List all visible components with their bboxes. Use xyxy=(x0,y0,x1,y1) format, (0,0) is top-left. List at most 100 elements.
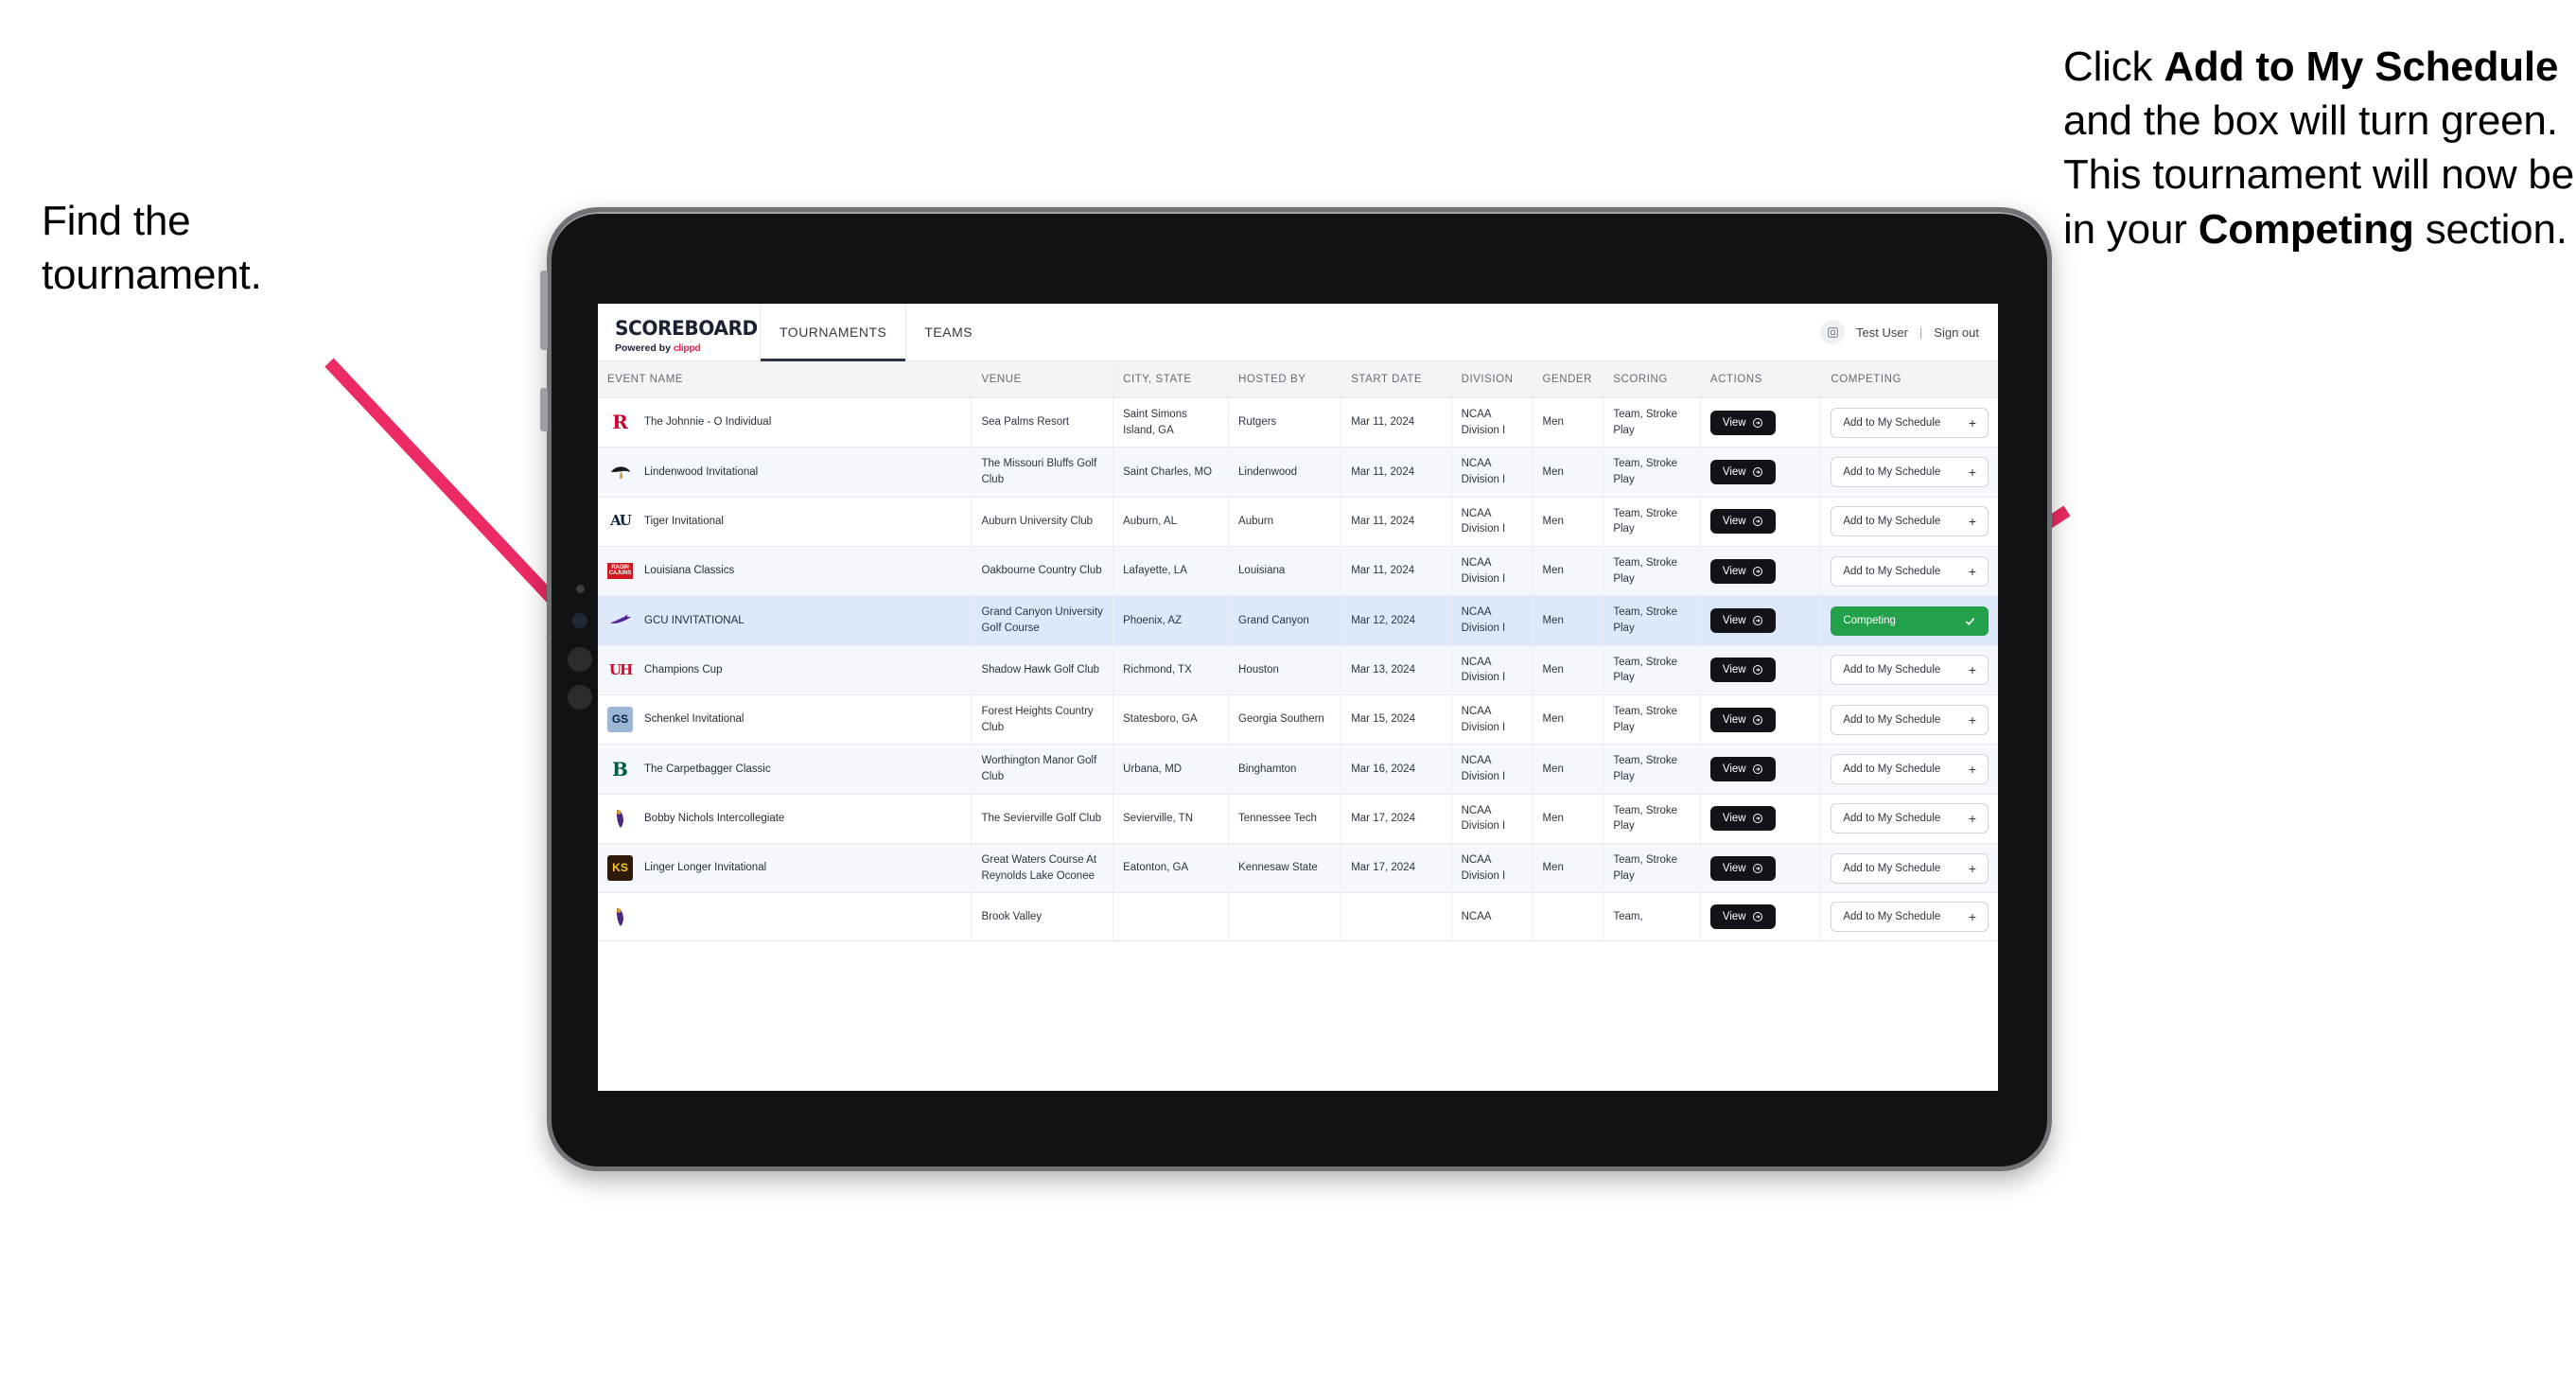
col-gender[interactable]: GENDER xyxy=(1533,361,1604,398)
cell-division: NCAA Division I xyxy=(1451,546,1533,597)
annotation-right-seg1: Click xyxy=(2063,44,2164,90)
col-scoring[interactable]: SCORING xyxy=(1603,361,1701,398)
table-row[interactable]: Brook Valley NCAA Team, View Add to My Sched… xyxy=(598,892,1998,942)
table-row[interactable]: R The Johnnie - O Individual Sea Palms Res… xyxy=(598,397,1998,448)
table-row[interactable]: GCU INVITATIONAL Grand Canyon University … xyxy=(598,595,1998,646)
col-actions[interactable]: ACTIONS xyxy=(1700,361,1822,398)
cell-division: NCAA Division I xyxy=(1451,794,1533,845)
col-venue[interactable]: VENUE xyxy=(971,361,1114,398)
cell-division: NCAA Division I xyxy=(1451,447,1533,498)
sign-out-link[interactable]: Sign out xyxy=(1934,325,1979,340)
add-to-schedule-label: Add to My Schedule xyxy=(1843,565,1941,577)
plus-icon: + xyxy=(1968,762,1976,778)
add-to-schedule-button[interactable]: Add to My Schedule + xyxy=(1831,407,1989,438)
view-button[interactable]: View xyxy=(1709,460,1776,485)
power-button[interactable] xyxy=(540,271,548,350)
add-to-schedule-label: Add to My Schedule xyxy=(1843,763,1941,776)
cell-gender: Men xyxy=(1533,546,1604,597)
view-button[interactable]: View xyxy=(1709,608,1776,634)
table-row[interactable]: UH Champions Cup Shadow Hawk Golf Club Rich… xyxy=(598,645,1998,696)
table-row[interactable]: GS Schenkel Invitational Forest Heights Co… xyxy=(598,694,1998,746)
annotation-left-line2: tournament. xyxy=(42,252,262,299)
table-row[interactable]: KS Linger Longer Invitational Great Waters… xyxy=(598,843,1998,894)
cell-venue: Forest Heights Country Club xyxy=(971,694,1114,746)
view-button[interactable]: View xyxy=(1709,757,1776,782)
tournaments-table: EVENT NAME VENUE CITY, STATE HOSTED BY S… xyxy=(598,361,1998,942)
cell-gender xyxy=(1533,892,1604,942)
col-start-date[interactable]: START DATE xyxy=(1341,361,1452,398)
table-row[interactable]: B The Carpetbagger Classic Worthington Man… xyxy=(598,744,1998,795)
arrow-circle-icon xyxy=(1752,764,1762,775)
speaker-hole-2 xyxy=(568,685,592,710)
cell-competing: Add to My Schedule + xyxy=(1820,794,1998,845)
table-head: EVENT NAME VENUE CITY, STATE HOSTED BY S… xyxy=(598,361,1998,398)
col-division[interactable]: DIVISION xyxy=(1451,361,1533,398)
add-to-schedule-button[interactable]: Add to My Schedule + xyxy=(1831,704,1989,735)
cell-competing: Add to My Schedule + xyxy=(1820,497,1998,548)
tab-tournaments[interactable]: TOURNAMENTS xyxy=(761,304,906,361)
volume-button[interactable] xyxy=(540,388,548,431)
cell-hosted-by: Rutgers xyxy=(1228,397,1342,448)
view-button[interactable]: View xyxy=(1709,558,1776,584)
nav-tabs: TOURNAMENTS TEAMS xyxy=(761,304,991,361)
col-competing[interactable]: COMPETING xyxy=(1820,361,1998,398)
view-button[interactable]: View xyxy=(1709,707,1776,732)
table-body: R The Johnnie - O Individual Sea Palms Res… xyxy=(598,397,1998,942)
cell-start-date: Mar 11, 2024 xyxy=(1341,397,1452,448)
cell-hosted-by: Grand Canyon xyxy=(1228,595,1342,646)
add-to-schedule-button[interactable]: Add to My Schedule + xyxy=(1831,506,1989,537)
screenshot-stage: Find the tournament. Click Add to My Sch… xyxy=(0,0,2576,1386)
cell-city-state: Lafayette, LA xyxy=(1113,546,1230,597)
col-hosted-by[interactable]: HOSTED BY xyxy=(1228,361,1342,398)
cell-start-date: Mar 15, 2024 xyxy=(1341,694,1452,746)
view-button[interactable]: View xyxy=(1709,855,1776,881)
add-to-schedule-label: Add to My Schedule xyxy=(1843,416,1941,429)
user-avatar-icon[interactable] xyxy=(1820,320,1845,344)
add-to-schedule-button[interactable]: Add to My Schedule + xyxy=(1831,457,1989,488)
table-row[interactable]: Lindenwood Invitational The Missouri Bluf… xyxy=(598,447,1998,498)
competing-button[interactable]: Competing xyxy=(1831,605,1989,636)
add-to-schedule-button[interactable]: Add to My Schedule + xyxy=(1831,754,1989,785)
cell-start-date: Mar 17, 2024 xyxy=(1341,843,1452,894)
view-button[interactable]: View xyxy=(1709,806,1776,832)
cell-division: NCAA Division I xyxy=(1451,595,1533,646)
app-viewport: SCOREBOARD Powered by clippd TOURNAMENTS… xyxy=(598,304,1998,1091)
add-to-schedule-label: Add to My Schedule xyxy=(1843,516,1941,528)
cell-actions: View xyxy=(1700,694,1822,746)
view-label: View xyxy=(1722,615,1746,627)
plus-icon: + xyxy=(1968,563,1976,579)
add-to-schedule-button[interactable]: Add to My Schedule + xyxy=(1831,655,1989,686)
cell-scoring: Team, Stroke Play xyxy=(1603,744,1701,795)
plus-icon: + xyxy=(1968,662,1976,678)
add-to-schedule-button[interactable]: Add to My Schedule + xyxy=(1831,803,1989,834)
cell-venue: Worthington Manor Golf Club xyxy=(971,744,1114,795)
cell-start-date: Mar 11, 2024 xyxy=(1341,546,1452,597)
user-name[interactable]: Test User xyxy=(1856,325,1908,340)
cell-gender: Men xyxy=(1533,645,1604,696)
col-city-state[interactable]: CITY, STATE xyxy=(1113,361,1230,398)
annotation-right-seg3: section. xyxy=(2413,205,2567,253)
add-to-schedule-button[interactable]: Add to My Schedule + xyxy=(1831,852,1989,884)
tournaments-table-container[interactable]: EVENT NAME VENUE CITY, STATE HOSTED BY S… xyxy=(598,361,1998,1091)
add-to-schedule-label: Add to My Schedule xyxy=(1843,911,1941,923)
add-to-schedule-button[interactable]: Add to My Schedule + xyxy=(1831,902,1989,933)
plus-icon: + xyxy=(1968,514,1976,530)
add-to-schedule-button[interactable]: Add to My Schedule + xyxy=(1831,555,1989,587)
view-button[interactable]: View xyxy=(1709,904,1776,930)
view-button[interactable]: View xyxy=(1709,509,1776,535)
table-row[interactable]: Bobby Nichols Intercollegiate The Sevierv… xyxy=(598,794,1998,845)
view-button[interactable]: View xyxy=(1709,658,1776,683)
cell-venue: Oakbourne Country Club xyxy=(971,546,1114,597)
cell-scoring: Team, Stroke Play xyxy=(1603,843,1701,894)
view-label: View xyxy=(1722,862,1746,874)
arrow-circle-icon xyxy=(1752,863,1762,873)
table-row[interactable]: RAGIN CAJUNS Louisiana Classics Oakbourne C… xyxy=(598,546,1998,597)
cell-venue: Sea Palms Resort xyxy=(971,397,1114,448)
tab-teams[interactable]: TEAMS xyxy=(905,304,991,360)
cell-hosted-by: Binghamton xyxy=(1228,744,1342,795)
table-row[interactable]: AU Tiger Invitational Auburn University Cl… xyxy=(598,497,1998,548)
cell-city-state xyxy=(1113,892,1230,942)
cell-competing: Add to My Schedule + xyxy=(1820,447,1998,498)
col-event-name[interactable]: EVENT NAME xyxy=(598,361,973,398)
view-button[interactable]: View xyxy=(1709,410,1776,435)
